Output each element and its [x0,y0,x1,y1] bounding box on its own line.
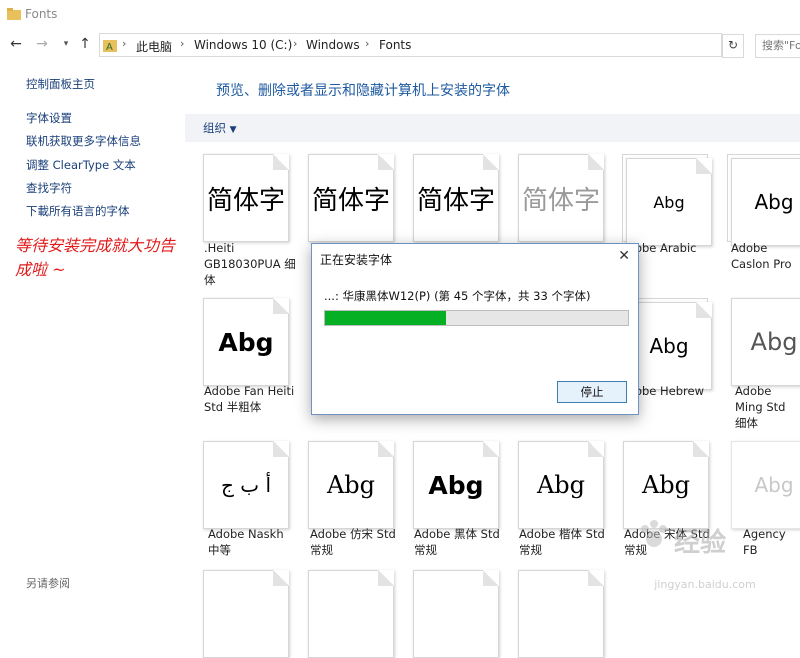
back-arrow-icon[interactable]: ← [8,36,24,52]
refresh-icon[interactable]: ↻ [722,34,744,58]
sidebar: 控制面板主页 字体设置 联机获取更多字体信息 调整 ClearType 文本 查… [0,62,185,600]
font-sample: 简体字 [311,185,390,216]
close-icon[interactable]: ✕ [618,248,630,264]
sidebar-item-font-info-online[interactable]: 联机获取更多字体信息 [26,133,141,149]
font-name: Adobe Ming Std 细体 [735,384,786,430]
font-tile[interactable] [308,570,396,658]
crumb-windows[interactable]: Windows [306,38,360,52]
font-sample: 简体字 [416,185,495,216]
font-sample: Abg [754,190,794,214]
font-name: .Heiti GB18030PUA 细体 [204,241,296,287]
install-status-text: ...: 华康黑体W12(P) (第 45 个字体，共 33 个字体) [324,289,591,303]
font-name: Adobe 仿宋 Std 常规 [310,527,396,557]
font-tile[interactable]: Abg [622,298,714,390]
crumb-fonts[interactable]: Fonts [379,38,411,52]
see-also-label: 另请参阅 [26,577,70,590]
font-sample: أ ب ج [220,473,271,497]
font-sample: Abg [326,471,376,499]
font-tile[interactable]: أ ب ج [203,441,291,529]
font-tile[interactable]: Abg [413,441,501,529]
font-sample: Abg [750,328,798,356]
folder-icon [7,8,21,20]
page-heading: 预览、删除或者显示和隐藏计算机上安装的字体 [216,83,510,99]
font-name: Adobe Caslon Pro [731,241,792,271]
font-tile[interactable]: Abg [308,441,396,529]
font-folder-icon: A [103,40,117,52]
font-sample: Abg [218,327,274,357]
recent-chevron-icon[interactable]: ▾ [58,36,74,52]
font-sample: Abg [428,470,484,500]
progress-fill [325,311,447,325]
annotation-text: 等待安装完成就大功告成啦 ~ [15,236,176,279]
font-tile[interactable]: 简体字 [308,154,396,242]
forward-arrow-icon[interactable]: → [34,36,50,52]
sidebar-control-panel-home[interactable]: 控制面板主页 [26,76,95,92]
font-tile[interactable]: Abg [518,441,606,529]
organize-button[interactable]: 组织 ▼ [203,120,237,136]
install-progress-dialog: 正在安装字体 ✕ ...: 华康黑体W12(P) (第 45 个字体，共 33 … [311,243,639,415]
font-tile[interactable] [203,570,291,658]
font-sample: Abg [536,471,586,499]
font-name: Adobe 黑体 Std 常规 [414,527,500,557]
font-tile[interactable]: Abg [731,298,800,386]
up-arrow-icon[interactable]: ↑ [77,36,93,52]
window-title: Fonts [25,7,58,21]
font-tile[interactable] [518,570,606,658]
crumb-separator-icon: › [293,37,298,50]
search-input[interactable]: 搜索"Fo [755,34,800,58]
font-sample: 简体字 [206,185,285,216]
font-tile[interactable]: Abg [203,298,291,386]
font-name: Adobe Fan Heiti Std 半粗体 [204,384,295,414]
font-tile[interactable]: 简体字 [413,154,501,242]
crumb-separator-icon: › [122,37,127,50]
organize-label: 组织 [203,121,226,135]
stop-button[interactable]: 停止 [557,381,627,403]
font-tile[interactable]: 简体字 [518,154,606,242]
sidebar-item-find-character[interactable]: 查找字符 [26,180,72,196]
svg-text:A: A [106,42,113,52]
command-bar: 组织 ▼ [185,114,800,142]
address-row: ← → ▾ ↑ A › 此电脑 › Windows 10 (C:) › Wind… [0,32,800,58]
dialog-title: 正在安装字体 [320,253,393,267]
font-tile[interactable]: Abg [622,154,714,246]
crumb-drive[interactable]: Windows 10 (C:) [194,38,292,52]
sidebar-item-download-fonts[interactable]: 下載所有语言的字体 [26,203,130,219]
watermark-url: jingyan.baidu.com [654,578,756,591]
crumb-separator-icon: › [180,37,185,50]
watermark: 经验 jingyan.baidu.com [610,508,800,600]
font-name: Adobe Naskh 中等 [208,527,284,557]
sidebar-item-cleartype[interactable]: 调整 ClearType 文本 [26,157,136,173]
paw-logo-icon [641,520,667,547]
font-name: Adobe 楷体 Std 常规 [519,527,605,557]
font-tile[interactable] [413,570,501,658]
font-tile[interactable]: Abg [727,154,800,246]
crumb-separator-icon: › [365,37,370,50]
title-bar: Fonts [0,0,800,30]
chevron-down-icon: ▼ [229,125,237,135]
crumb-this-pc[interactable]: 此电脑 [136,38,172,55]
font-sample: Abg [653,192,685,212]
font-tile[interactable]: 简体字 [203,154,291,242]
install-progress-bar [324,310,629,326]
font-sample: 简体字 [521,185,600,216]
sidebar-item-font-settings[interactable]: 字体设置 [26,110,72,126]
address-bar[interactable]: A › 此电脑 › Windows 10 (C:) › Windows › Fo… [99,33,722,57]
watermark-logo-text: 经验 [674,528,727,558]
